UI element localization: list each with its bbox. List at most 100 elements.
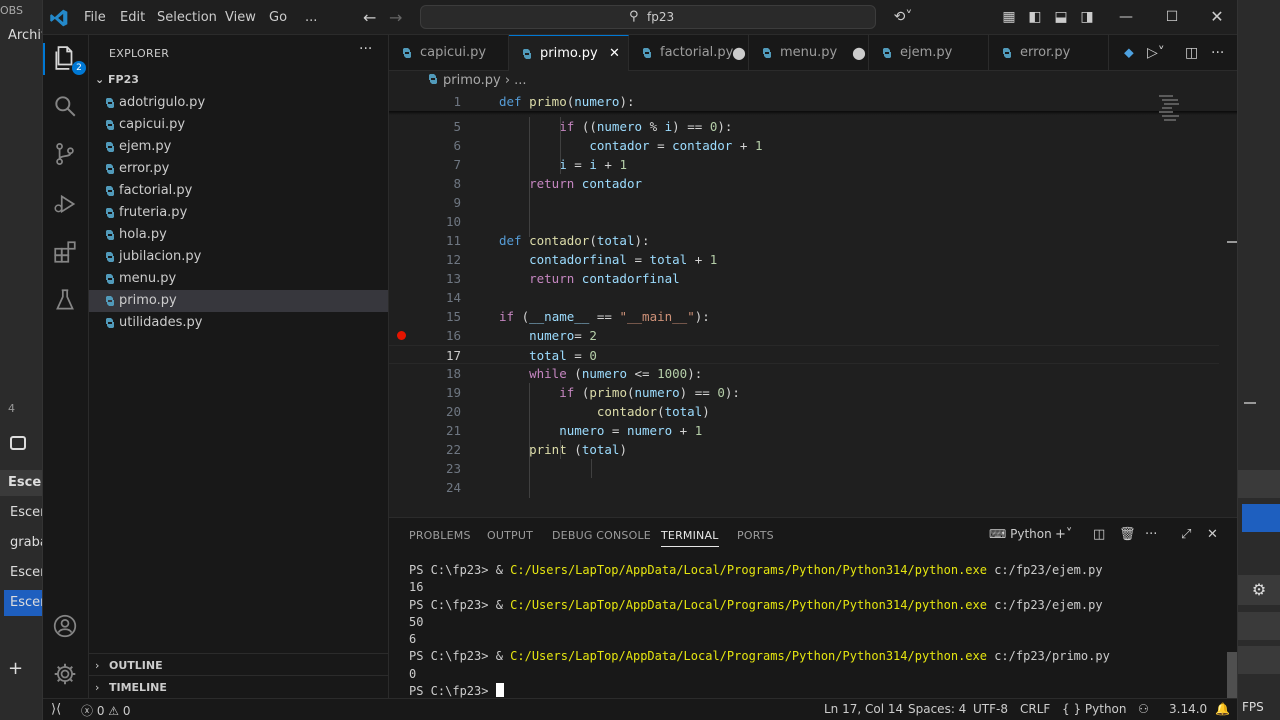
code-line[interactable]: 9 [389,193,1219,212]
code-line[interactable]: 11 def contador(total): [389,231,1219,250]
obs-button[interactable] [1238,612,1280,640]
gear-icon[interactable]: ⚙ [1238,575,1280,605]
maximize-panel-icon[interactable]: ⤢ [1181,527,1191,542]
file-item[interactable]: primo.py [89,290,388,312]
menu-more[interactable]: ... [305,10,317,25]
copilot-status-icon[interactable]: ⚇ [1138,702,1149,716]
obs-screen-icon[interactable] [10,436,26,450]
language-mode[interactable]: { } Python [1062,702,1127,716]
code-line[interactable]: 10 [389,212,1219,231]
code-line[interactable]: 21 numero = numero + 1 [389,421,1219,440]
file-item[interactable]: factorial.py [89,180,388,202]
python-version[interactable]: 3.14.0 [1169,702,1207,716]
search-icon[interactable] [52,93,80,121]
command-center-search[interactable]: ⚲ fp23 [420,5,876,29]
customize-layout-icon[interactable]: ▦ [1001,9,1017,25]
obs-button[interactable] [1238,646,1280,674]
problems-indicator[interactable]: ⓧ 0 ⚠ 0 [81,702,131,719]
plus-icon[interactable]: + [8,658,23,679]
tab-error[interactable]: error.py [989,35,1109,71]
file-item[interactable]: menu.py [89,268,388,290]
account-icon[interactable] [52,613,80,641]
indentation[interactable]: Spaces: 4 [908,702,966,716]
terminal-shell-selector[interactable]: ⌨ Python [989,527,1052,541]
extensions-icon[interactable] [52,239,80,267]
code-line[interactable]: 22 print (total) [389,440,1219,459]
toggle-panel-icon[interactable]: ⬓ [1053,9,1069,25]
explorer-icon[interactable]: 2 [52,45,86,75]
close-icon[interactable]: ✕ [609,36,620,72]
copilot-icon[interactable]: ⟲˅ [889,9,917,25]
settings-gear-icon[interactable] [52,661,80,689]
code-line[interactable]: 17 total = 0 [389,345,1219,364]
unsaved-dot-icon[interactable]: ● [852,35,866,71]
trash-icon[interactable]: 🗑 [1119,527,1136,542]
terminal-output[interactable]: PS C:\fp23> & C:/Users/LapTop/AppData/Lo… [409,562,1229,700]
terminal-scrollbar[interactable] [1227,652,1237,698]
code-line[interactable]: 8 return contador [389,174,1219,193]
code-editor[interactable]: 1 def primo(numero): 5 if ((numero % i) ==… [389,92,1219,512]
obs-selected-item[interactable] [1242,504,1280,532]
file-item[interactable]: error.py [89,158,388,180]
split-editor-icon[interactable]: ◫ [1185,45,1198,61]
minus-icon[interactable] [1244,402,1256,416]
obs-scene-item-selected[interactable]: Escen [4,590,42,616]
folder-header[interactable]: ⌄ FP23 [95,73,139,86]
panel-tab-problems[interactable]: PROBLEMS [409,529,471,542]
code-line[interactable]: 5 if ((numero % i) == 0): [389,117,1219,136]
file-item[interactable]: hola.py [89,224,388,246]
panel-tab-terminal[interactable]: TERMINAL [661,529,719,547]
obs-scene-item[interactable]: graba [10,535,42,550]
file-item[interactable]: adotrigulo.py [89,92,388,114]
tab-capicui[interactable]: capicui.py [389,35,509,71]
menu-selection[interactable]: Selection [157,10,217,25]
python-debug-icon[interactable]: ⬥ [1124,45,1134,61]
minimize-icon[interactable]: — [1118,9,1134,25]
close-panel-icon[interactable]: ✕ [1207,527,1218,542]
run-debug-icon[interactable] [52,191,80,219]
breadcrumb[interactable]: primo.py › ... [427,73,527,88]
run-file-icon[interactable]: ▷˅ [1147,45,1165,61]
file-item[interactable]: capicui.py [89,114,388,136]
code-line[interactable]: 14 [389,288,1219,307]
back-arrow-icon[interactable]: ← [363,8,376,27]
timeline-section-header[interactable]: › TIMELINE [95,681,167,694]
file-item[interactable]: jubilacion.py [89,246,388,268]
minimap[interactable] [1159,95,1181,121]
more-actions-icon[interactable]: ··· [1145,527,1157,542]
tab-menu[interactable]: menu.py ● [749,35,869,71]
code-line[interactable]: 19 if (primo(numero) == 0): [389,383,1219,402]
code-line[interactable]: 16 numero= 2 [389,326,1219,345]
obs-scene-item[interactable]: Escen [10,505,42,520]
code-line[interactable]: 24 [389,478,1219,497]
tab-primo[interactable]: primo.py ✕ [509,35,629,71]
encoding[interactable]: UTF-8 [973,702,1008,716]
maximize-icon[interactable]: ☐ [1164,9,1180,25]
code-line[interactable]: 12 contadorfinal = total + 1 [389,250,1219,269]
obs-menu-archivo[interactable]: Archiv [8,28,42,43]
code-line[interactable]: 18 while (numero <= 1000): [389,364,1219,383]
panel-tab-ports[interactable]: PORTS [737,529,774,542]
panel-tab-debug-console[interactable]: DEBUG CONSOLE [552,529,651,542]
more-actions-icon[interactable]: ··· [1211,45,1224,61]
file-item[interactable]: utilidades.py [89,312,388,334]
testing-icon[interactable] [52,287,80,315]
split-terminal-icon[interactable]: ◫ [1093,527,1105,542]
menu-edit[interactable]: Edit [120,10,145,25]
menu-file[interactable]: File [84,10,106,25]
code-line[interactable]: 1 def primo(numero): [389,92,1219,111]
code-line[interactable]: 20 contador(total) [389,402,1219,421]
end-of-line[interactable]: CRLF [1020,702,1050,716]
forward-arrow-icon[interactable]: → [389,8,402,27]
editor-scrollbar[interactable] [1227,241,1237,243]
obs-scene-item[interactable]: Escen [10,565,42,580]
outline-section-header[interactable]: › OUTLINE [95,659,163,672]
file-item[interactable]: fruteria.py [89,202,388,224]
more-actions-icon[interactable]: ··· [359,41,372,57]
code-line[interactable]: 15 if (__name__ == "__main__"): [389,307,1219,326]
code-line[interactable]: 13 return contadorfinal [389,269,1219,288]
cursor-position[interactable]: Ln 17, Col 14 [824,702,903,716]
file-item[interactable]: ejem.py [89,136,388,158]
close-icon[interactable]: ✕ [1209,9,1225,25]
source-control-icon[interactable] [52,141,80,169]
